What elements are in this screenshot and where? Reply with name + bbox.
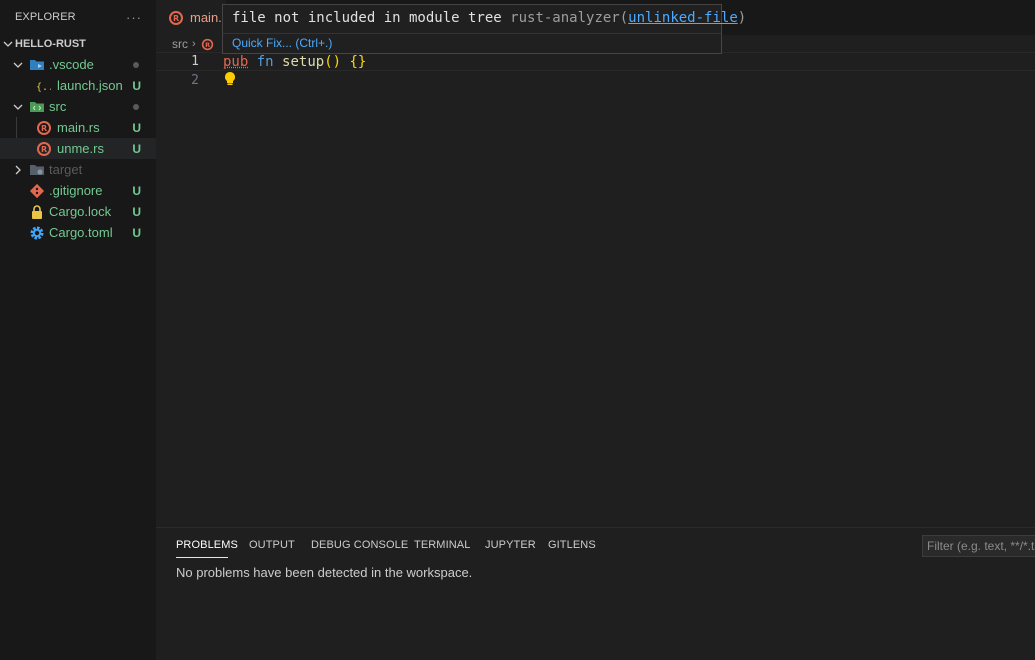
git-status-badge: U — [132, 142, 141, 156]
rust-file-icon: R — [36, 141, 52, 157]
diagnostic-text: file not included in module tree — [232, 10, 502, 26]
git-status-badge: U — [132, 121, 141, 135]
tree-root-hello-rust[interactable]: HELLO-RUST — [0, 33, 156, 54]
chevron-right-icon — [13, 165, 23, 175]
json-file-icon: {..} — [35, 78, 51, 94]
braces: {} — [349, 54, 366, 70]
quick-fix-link[interactable]: Quick Fix... (Ctrl+.) — [232, 36, 332, 50]
chevron-right-icon: › — [192, 38, 196, 50]
bottom-panel: PROBLEMS OUTPUT DEBUG CONSOLE TERMINAL J… — [156, 527, 1035, 660]
keyword-fn: fn — [257, 54, 274, 70]
tree-item-label: Cargo.lock — [49, 204, 111, 219]
lock-icon — [29, 204, 45, 220]
lightbulb-icon[interactable] — [223, 71, 237, 87]
git-status-badge: U — [132, 184, 141, 198]
active-tab-underline — [176, 557, 228, 558]
tree-item-cargo-lock[interactable]: Cargo.lock U — [0, 201, 156, 222]
diagnostic-code-open: ( — [620, 10, 628, 26]
tree-item-launch-json[interactable]: {..} launch.json U — [0, 75, 156, 96]
keyword-pub[interactable]: pub — [223, 54, 248, 70]
chevron-down-icon — [13, 102, 23, 112]
tree-item-src[interactable]: src — [0, 96, 156, 117]
tree-item-vscode[interactable]: .vscode — [0, 54, 156, 75]
git-status-badge: U — [132, 205, 141, 219]
tab-gitlens[interactable]: GITLENS — [548, 539, 596, 551]
vscode-folder-icon — [29, 57, 45, 73]
diagnostic-source: rust-analyzer — [510, 10, 620, 26]
breadcrumb-item[interactable]: src — [172, 37, 188, 51]
explorer-title: EXPLORER — [15, 11, 76, 23]
svg-text:R: R — [205, 40, 210, 48]
diagnostic-hover-popup: file not included in module tree rust-an… — [222, 4, 722, 54]
explorer-header: EXPLORER ··· — [0, 0, 156, 34]
chevron-down-icon — [13, 60, 23, 70]
hover-divider — [223, 33, 721, 34]
tree-item-label: .vscode — [49, 57, 94, 72]
code-line[interactable]: 2 — [156, 71, 1035, 90]
tree-item-label: .gitignore — [49, 183, 102, 198]
tree-item-label: unme.rs — [57, 141, 104, 156]
function-name: setup — [282, 54, 324, 70]
tree-item-label: main.rs — [57, 120, 100, 135]
svg-text:R: R — [41, 145, 47, 154]
folder-icon — [29, 162, 45, 178]
tree-item-gitignore[interactable]: .gitignore U — [0, 180, 156, 201]
svg-text:{..}: {..} — [36, 82, 51, 93]
tab-problems[interactable]: PROBLEMS — [176, 539, 238, 551]
rust-file-icon: R — [36, 120, 52, 136]
rust-file-icon: R — [168, 10, 184, 26]
tree-item-label: target — [49, 162, 82, 177]
tree-item-main-rs[interactable]: R main.rs U — [0, 117, 156, 138]
tree-root-label: HELLO-RUST — [15, 38, 86, 50]
diagnostic-code-link[interactable]: unlinked-file — [628, 10, 738, 26]
git-status-badge: U — [132, 226, 141, 240]
breadcrumb: src › R — [156, 35, 216, 53]
explorer-sidebar: EXPLORER ··· HELLO-RUST .vscode {..} lau… — [0, 0, 156, 660]
src-folder-icon — [29, 99, 45, 115]
tab-debug-console[interactable]: DEBUG CONSOLE — [311, 539, 408, 551]
modified-dot — [133, 62, 139, 68]
parens: () — [324, 54, 341, 70]
tab-main-rs[interactable]: R main.rs — [156, 0, 226, 35]
code-line[interactable]: 1 pub fn setup() {} — [156, 52, 1035, 71]
tree-item-label: src — [49, 99, 66, 114]
chevron-down-icon — [3, 39, 13, 49]
diagnostic-code-close: ) — [738, 10, 746, 26]
git-status-badge: U — [132, 79, 141, 93]
tab-output[interactable]: OUTPUT — [249, 539, 295, 551]
rust-file-icon: R — [200, 36, 216, 52]
tree-item-label: Cargo.toml — [49, 225, 113, 240]
tree-item-unme-rs[interactable]: R unme.rs U — [0, 138, 156, 159]
more-actions-icon[interactable]: ··· — [126, 10, 142, 25]
gear-icon — [29, 225, 45, 241]
tree-item-target[interactable]: target — [0, 159, 156, 180]
git-file-icon — [29, 183, 45, 199]
svg-text:R: R — [173, 14, 179, 23]
svg-text:R: R — [41, 124, 47, 133]
tab-terminal[interactable]: TERMINAL — [414, 539, 470, 551]
code-text: pub fn setup() {} — [223, 54, 366, 70]
line-number: 1 — [156, 54, 199, 69]
modified-dot — [133, 104, 139, 110]
tab-jupyter[interactable]: JUPYTER — [485, 539, 536, 551]
diagnostic-message: file not included in module tree rust-an… — [232, 10, 746, 26]
tree-item-cargo-toml[interactable]: Cargo.toml U — [0, 222, 156, 243]
problems-empty-message: No problems have been detected in the wo… — [176, 565, 472, 580]
tree-item-label: launch.json — [57, 78, 123, 93]
problems-filter-input[interactable]: Filter (e.g. text, **/*.ts, — [922, 535, 1035, 557]
line-number: 2 — [156, 73, 199, 88]
